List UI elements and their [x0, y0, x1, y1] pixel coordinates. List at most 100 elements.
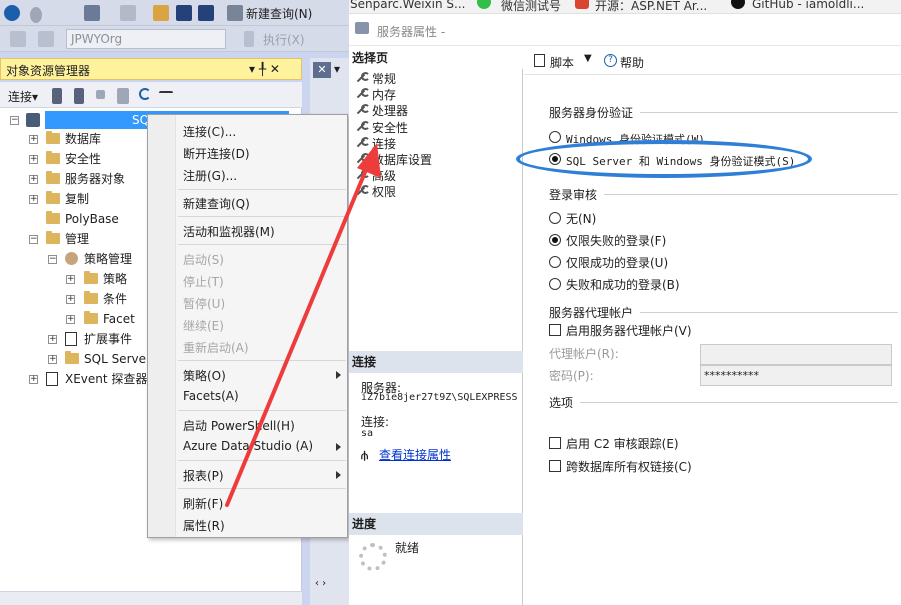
- folder-icon: [46, 211, 60, 224]
- tree-label: 复制: [65, 192, 90, 206]
- menu-item-pause: 暂停(U): [183, 297, 226, 311]
- tab-menu-icon[interactable]: ▾: [334, 62, 346, 78]
- github-icon: [731, 0, 745, 9]
- open-file-icon[interactable]: [153, 5, 169, 21]
- save-all-icon[interactable]: [198, 5, 214, 21]
- enable-proxy-checkbox[interactable]: [549, 324, 561, 336]
- tree-label: XEvent 探查器: [65, 372, 148, 386]
- bookmark-wechat[interactable]: 微信测试号: [501, 0, 561, 13]
- audit-none-label: 无(N): [566, 212, 597, 226]
- server-icon: [26, 113, 40, 127]
- execute-icon[interactable]: [244, 31, 254, 47]
- tree-label: 安全性: [65, 152, 102, 166]
- audit-both-radio[interactable]: [549, 278, 561, 290]
- menu-item-refresh[interactable]: 刷新(F): [183, 495, 223, 512]
- view-connection-properties-link[interactable]: 查看连接属性: [379, 446, 451, 463]
- back-icon[interactable]: [4, 5, 20, 21]
- audit-success-radio[interactable]: [549, 256, 561, 268]
- proxy-password-label: 密码(P):: [549, 369, 594, 383]
- wrench-icon: [355, 72, 370, 84]
- cross-db-checkbox[interactable]: [549, 460, 561, 472]
- help-button[interactable]: 帮助: [620, 54, 644, 71]
- menu-item-activity-monitor[interactable]: 活动和监视器(M): [183, 223, 275, 240]
- new-file-icon[interactable]: [120, 5, 136, 21]
- page-advanced[interactable]: 高级: [355, 167, 396, 184]
- forward-icon[interactable]: [30, 7, 42, 23]
- wrench-icon: [355, 88, 370, 100]
- menu-item-resume: 继续(E): [183, 319, 224, 333]
- page-database-settings[interactable]: 数据库设置: [355, 151, 432, 168]
- page-memory[interactable]: 内存: [355, 86, 396, 103]
- proxy-password-input[interactable]: **********: [700, 365, 892, 386]
- folder-icon: [46, 171, 60, 184]
- c2-audit-label: 启用 C2 审核跟踪(E): [566, 437, 679, 451]
- chevron-down-icon[interactable]: ▼: [584, 53, 592, 64]
- cross-db-label: 跨数据库所有权链接(C): [566, 460, 692, 474]
- menu-item-properties[interactable]: 属性(R): [183, 517, 225, 534]
- pane-controls[interactable]: ▾ ╀ ✕: [249, 62, 280, 76]
- page-general[interactable]: 常规: [355, 70, 396, 87]
- bookmark-aspnet[interactable]: 开源：ASP.NET Ar...: [595, 0, 707, 13]
- scroll-arrows[interactable]: ‹ ›: [315, 578, 343, 598]
- page-label: 内存: [372, 88, 397, 102]
- connect-dropdown[interactable]: 连接▾: [8, 88, 38, 105]
- wrench-icon: [355, 153, 370, 165]
- xevent-icon: [46, 372, 58, 386]
- collapse-icon[interactable]: −: [10, 116, 19, 125]
- tree-label: 策略: [103, 272, 128, 286]
- folder-icon: [84, 311, 98, 324]
- options-group-label: 选项: [549, 396, 574, 410]
- save-icon[interactable]: [176, 5, 192, 21]
- audit-none-radio[interactable]: [549, 212, 561, 224]
- connection-header: 连接: [349, 351, 523, 373]
- menu-item-register[interactable]: 注册(G)...: [183, 167, 237, 184]
- menu-separator: [178, 216, 346, 217]
- menu-item-azure-data-studio[interactable]: Azure Data Studio (A): [183, 439, 313, 453]
- main-toolbar: 新建查询(N): [0, 0, 349, 26]
- proxy-account-input[interactable]: [700, 344, 892, 365]
- new-project-icon[interactable]: [84, 5, 100, 21]
- submenu-arrow-icon: [336, 471, 341, 479]
- menu-item-disconnect[interactable]: 断开连接(D): [183, 145, 250, 162]
- wrench-icon: [355, 169, 370, 181]
- audit-failed-radio[interactable]: [549, 234, 561, 246]
- menu-item-restart: 重新启动(A): [183, 341, 249, 355]
- menu-item-policies[interactable]: 策略(O): [183, 367, 226, 384]
- menu-item-reports[interactable]: 报表(P): [183, 467, 224, 484]
- bookmark-senparc[interactable]: Senparc.Weixin S...: [350, 0, 465, 11]
- windows-auth-radio[interactable]: [549, 131, 561, 143]
- new-query-button[interactable]: 新建查询(N): [246, 5, 312, 22]
- c2-audit-checkbox[interactable]: [549, 437, 561, 449]
- stop-icon[interactable]: [96, 90, 105, 99]
- page-connections[interactable]: 连接: [355, 135, 396, 152]
- menu-item-new-query[interactable]: 新建查询(Q): [183, 195, 250, 212]
- menu-item-powershell[interactable]: 启动 PowerShell(H): [183, 417, 295, 434]
- filter-icon[interactable]: [117, 88, 129, 104]
- menu-item-facets[interactable]: Facets(A): [183, 389, 239, 403]
- menu-item-connect[interactable]: 连接(C)...: [183, 123, 236, 140]
- refresh-icon[interactable]: [139, 88, 151, 100]
- connect-plug-icon[interactable]: [52, 88, 62, 104]
- group-divider: [640, 112, 898, 113]
- page-processors[interactable]: 处理器: [355, 102, 408, 119]
- page-permissions[interactable]: 权限: [355, 183, 396, 200]
- filter-icon[interactable]: [38, 31, 54, 47]
- site-icon: [575, 0, 589, 9]
- script-button[interactable]: 脚本: [550, 54, 574, 71]
- horizontal-scrollbar[interactable]: [0, 591, 302, 605]
- close-tab-icon[interactable]: ✕: [313, 62, 331, 78]
- disconnect-icon[interactable]: [74, 88, 84, 104]
- folder-icon: [46, 151, 60, 164]
- page-security[interactable]: 安全性: [355, 119, 408, 136]
- dialog-right-pane: 脚本 ▼ ? 帮助 服务器身份验证 Windows 身份验证模式(W) SQL …: [524, 47, 901, 605]
- bookmark-github[interactable]: GitHub - iamoldli...: [752, 0, 864, 11]
- menu-separator: [178, 189, 346, 190]
- database-combo[interactable]: JPWYOrg: [66, 29, 226, 49]
- plug-icon[interactable]: [10, 31, 26, 47]
- server-context-menu: 连接(C)... 断开连接(D) 注册(G)... 新建查询(Q) 活动和监视器…: [147, 114, 348, 538]
- activity-monitor-icon[interactable]: [159, 91, 173, 97]
- browser-bookmarks-bar: Senparc.Weixin S... 微信测试号 开源：ASP.NET Ar.…: [349, 0, 901, 14]
- execute-button[interactable]: 执行(X): [263, 31, 305, 48]
- wrench-icon: [355, 104, 370, 116]
- new-query-icon[interactable]: [227, 5, 243, 21]
